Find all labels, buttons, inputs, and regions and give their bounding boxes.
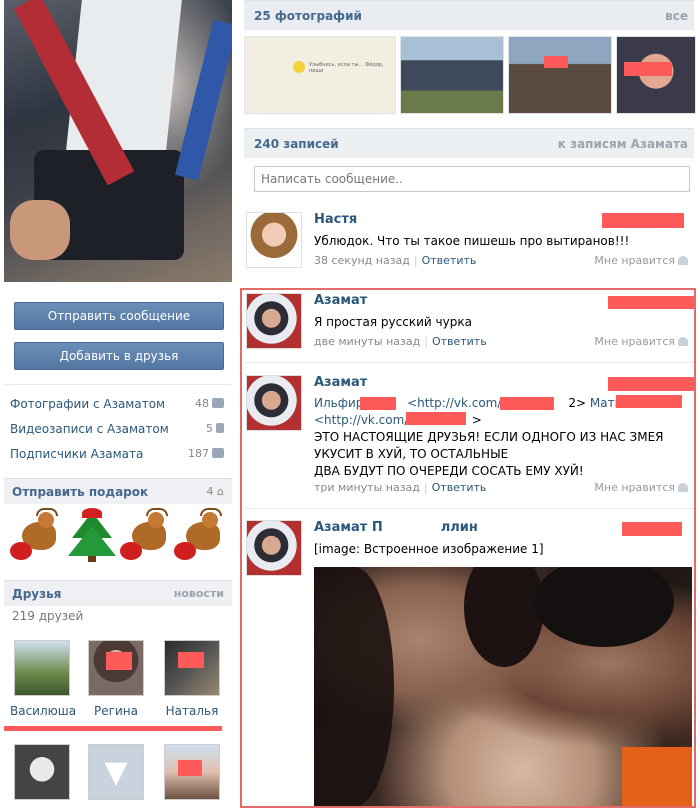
friend-name: Регина <box>94 704 138 718</box>
wall-header[interactable]: 240 записей к записям Азамата <box>244 128 694 158</box>
gift-reindeer[interactable] <box>8 508 64 564</box>
followers-link[interactable]: Подписчики Азамата 187 <box>10 447 228 465</box>
gift-reindeer[interactable] <box>172 508 228 564</box>
highlight-frame <box>240 288 696 808</box>
videos-with-link[interactable]: Видеозаписи с Азаматом 5 <box>10 422 228 440</box>
redaction-bar <box>624 62 672 76</box>
gift-icon: ⌂ <box>217 485 224 498</box>
film-icon <box>216 423 224 433</box>
photo-thumb[interactable] <box>508 36 612 114</box>
friends-title: Друзья <box>12 587 62 601</box>
wall-title: 240 записей <box>254 137 339 151</box>
videos-with-count: 5 <box>206 422 213 435</box>
to-posts-link[interactable]: к записям Азамата <box>558 137 688 151</box>
friend-card[interactable] <box>10 744 74 800</box>
send-message-button[interactable]: Отправить сообщение <box>14 302 224 330</box>
photos-with-count: 48 <box>195 397 209 410</box>
friend-name: Василюша <box>10 704 77 718</box>
compose-input[interactable]: Написать сообщение.. <box>254 166 690 192</box>
friend-avatar <box>164 640 220 696</box>
followers-count: 187 <box>188 447 209 460</box>
photos-with-label: Фотографии с Азаматом <box>10 397 166 411</box>
send-gift-header[interactable]: Отправить подарок 4 ⌂ <box>4 478 232 504</box>
photo-thumb[interactable] <box>400 36 504 114</box>
profile-photo[interactable] <box>4 0 232 282</box>
photos-with-link[interactable]: Фотографии с Азаматом 48 <box>10 397 228 415</box>
post-time[interactable]: 38 секунд назад <box>314 254 410 267</box>
photo-thumb[interactable]: Улыбнись, если ты… Фёдор, пиши <box>244 36 396 114</box>
post-text: Ублюдок. Что ты такое пишешь про вытиран… <box>314 234 630 248</box>
redaction-underline <box>4 726 222 731</box>
friends-count: 219 друзей <box>12 609 84 623</box>
like-button[interactable]: Мне нравится <box>594 254 688 267</box>
post-author-avatar[interactable] <box>246 212 302 268</box>
friend-name: Наталья <box>165 704 219 718</box>
gift-count: 4 <box>206 485 214 498</box>
people-icon <box>212 448 224 458</box>
redaction-bar <box>178 760 202 776</box>
add-friend-button[interactable]: Добавить в друзья <box>14 342 224 370</box>
friend-card[interactable]: ▼ <box>84 744 148 800</box>
reply-link[interactable]: Ответить <box>422 254 477 267</box>
friends-news-link[interactable]: новости <box>174 587 224 600</box>
followers-label: Подписчики Азамата <box>10 447 144 461</box>
photo-caption: Улыбнись, если ты… Фёдор, пиши <box>309 62 384 74</box>
photos-title: 25 фотографий <box>254 9 362 23</box>
redaction-bar <box>106 652 132 670</box>
send-gift-title: Отправить подарок <box>12 485 149 499</box>
friends-header[interactable]: Друзья новости <box>4 580 232 606</box>
redaction-bar <box>544 56 568 68</box>
photos-all-link[interactable]: все <box>665 9 688 23</box>
left-column: Отправить сообщение Добавить в друзья Фо… <box>0 0 238 810</box>
photos-header[interactable]: 25 фотографий все <box>244 0 694 30</box>
friend-avatar <box>14 640 70 696</box>
post-author[interactable]: Настя <box>314 212 357 227</box>
redaction-bar <box>178 652 204 668</box>
camera-icon <box>212 398 224 408</box>
gift-christmas-tree[interactable] <box>64 508 120 564</box>
heart-icon <box>678 256 688 265</box>
dog-icon: ▼ <box>88 744 144 800</box>
photo-detail <box>175 19 232 181</box>
redaction-bar <box>602 213 684 228</box>
like-label: Мне нравится <box>594 254 675 267</box>
photo-detail <box>10 200 70 260</box>
videos-with-label: Видеозаписи с Азаматом <box>10 422 169 436</box>
gift-reindeer[interactable] <box>118 508 174 564</box>
divider <box>4 384 232 385</box>
friend-avatar <box>14 744 70 800</box>
friend-card[interactable]: Василюша <box>10 640 77 718</box>
smiley-icon <box>293 61 305 73</box>
